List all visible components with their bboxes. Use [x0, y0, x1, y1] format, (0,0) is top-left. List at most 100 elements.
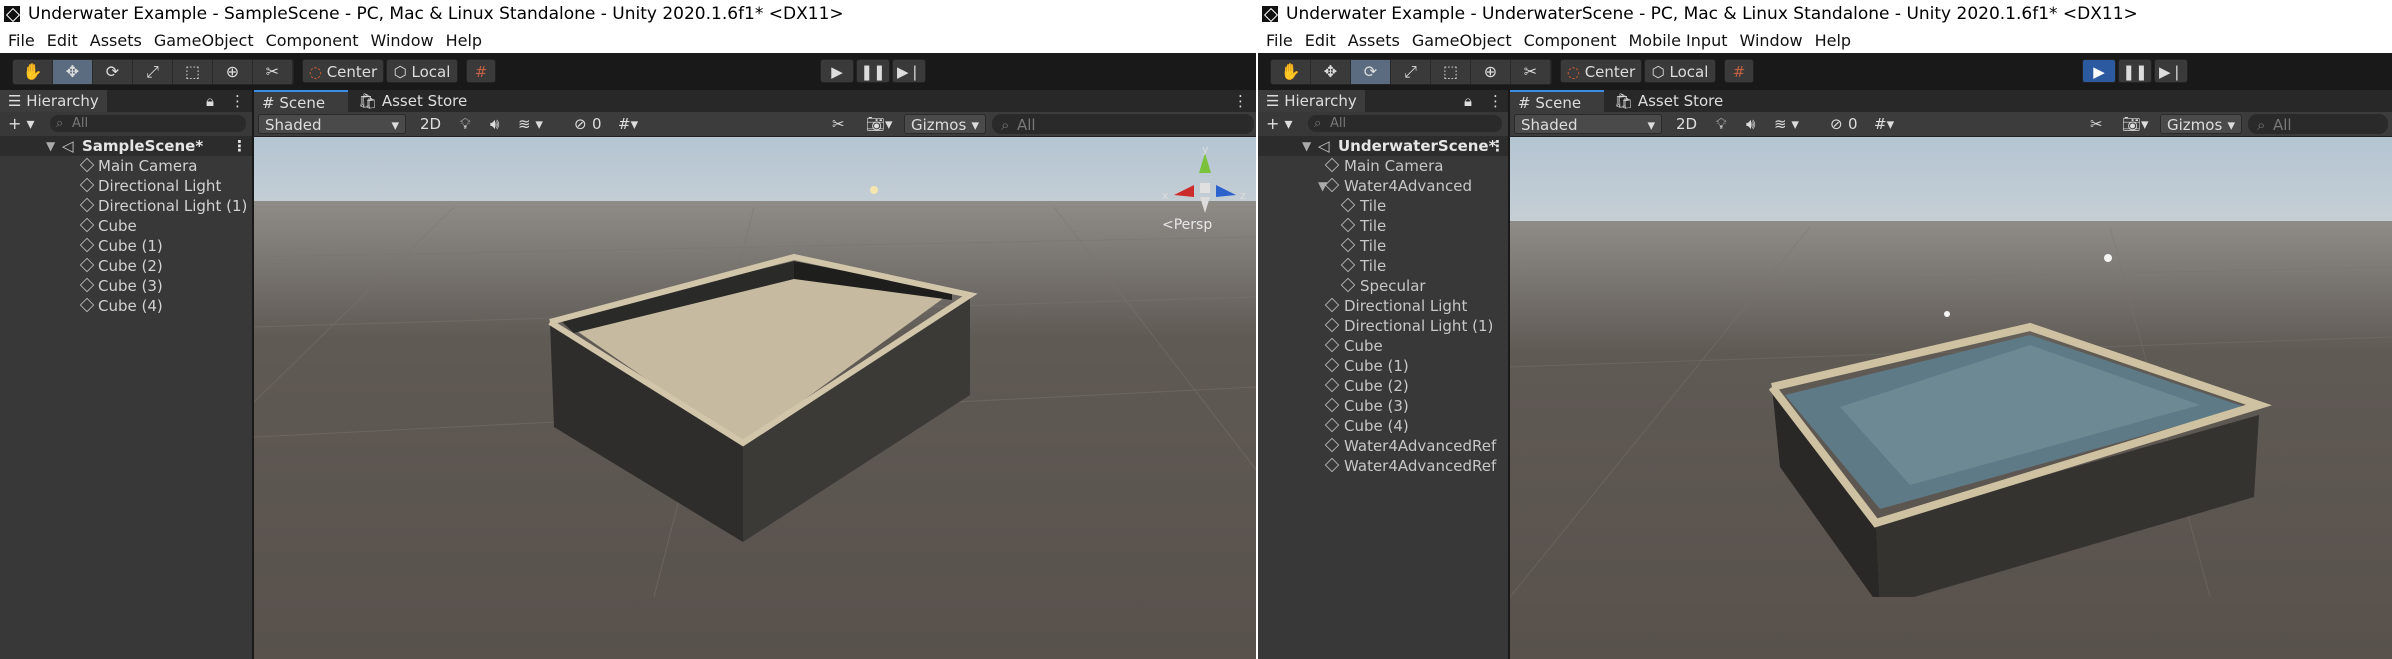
list-item[interactable]: Cube (4) [0, 296, 252, 316]
menu-edit[interactable]: Edit [47, 31, 78, 50]
audio-icon[interactable]: 🔊︎ [490, 112, 499, 136]
pivot-center-button[interactable]: ◌ Center [1560, 59, 1642, 83]
tab-scene[interactable]: # Scene [254, 90, 348, 112]
hierarchy-tab[interactable]: ☰ Hierarchy [1258, 90, 1365, 112]
move-tool-icon[interactable]: ✥ [53, 60, 93, 84]
lighting-icon[interactable]: 💡︎ [460, 112, 471, 136]
pause-button[interactable]: ❚❚ [856, 59, 890, 83]
list-item[interactable]: Cube (4) [1258, 416, 1508, 436]
list-item[interactable]: Specular [1258, 276, 1508, 296]
pause-button[interactable]: ❚❚ [2118, 59, 2152, 83]
add-button[interactable]: + ▾ [1266, 114, 1293, 133]
list-item[interactable]: Water4AdvancedRef [1258, 456, 1508, 476]
step-button[interactable]: ▶❘ [892, 59, 926, 83]
add-button[interactable]: + ▾ [8, 114, 35, 133]
list-item[interactable]: Directional Light [1258, 296, 1508, 316]
list-item[interactable]: Tile [1258, 216, 1508, 236]
menu-help[interactable]: Help [1815, 31, 1851, 50]
scene-search-input[interactable]: ⌕ All [2248, 114, 2388, 134]
list-item[interactable]: Cube (3) [0, 276, 252, 296]
menu-file[interactable]: File [1266, 31, 1293, 50]
fx-icon[interactable]: ≋ ▾ [1774, 112, 1799, 136]
tools-icon[interactable]: ✂ [2090, 112, 2103, 136]
list-item[interactable]: Water4AdvancedRef [1258, 436, 1508, 456]
rotate-tool-icon[interactable]: ⟳ [1351, 60, 1391, 84]
scene-row[interactable]: ▼ ◁ SampleScene* ⋮ [0, 136, 252, 156]
menu-assets[interactable]: Assets [90, 31, 142, 50]
list-item[interactable]: ▼ Water4Advanced [1258, 176, 1508, 196]
scale-tool-icon[interactable]: ⤢ [1391, 60, 1431, 84]
step-button[interactable]: ▶❘ [2154, 59, 2188, 83]
list-item[interactable]: Cube [1258, 336, 1508, 356]
grid-snap-icon[interactable]: #▾ [618, 112, 638, 136]
transform-tool-icon[interactable]: ⊕ [213, 60, 253, 84]
gizmos-dropdown[interactable]: Gizmos ▾ [904, 114, 986, 134]
list-item[interactable]: Cube (1) [1258, 356, 1508, 376]
shading-dropdown[interactable]: Shaded ▾ [258, 114, 406, 134]
menu-edit[interactable]: Edit [1305, 31, 1336, 50]
custom-tool-icon[interactable]: ✂ [1511, 60, 1551, 84]
menu-window[interactable]: Window [370, 31, 433, 50]
scene-more-icon[interactable]: ⋮ [232, 136, 247, 156]
camera-icon[interactable]: 📷︎▾ [866, 112, 893, 136]
camera-icon[interactable]: 📷︎▾ [2122, 112, 2149, 136]
shading-dropdown[interactable]: Shaded ▾ [1514, 114, 1662, 134]
list-item[interactable]: Cube (2) [0, 256, 252, 276]
lighting-icon[interactable]: 💡︎ [1716, 112, 1727, 136]
scene-search-input[interactable]: ⌕ All [992, 114, 1254, 134]
menu-component[interactable]: Component [266, 31, 359, 50]
list-item[interactable]: Tile [1258, 196, 1508, 216]
list-item[interactable]: Main Camera [1258, 156, 1508, 176]
toggle-2d-button[interactable]: 2D [420, 112, 441, 136]
lock-icon[interactable]: 🔒︎ [1464, 90, 1472, 112]
hidden-objects-icon[interactable]: ⊘ [1830, 112, 1843, 136]
audio-icon[interactable]: 🔊︎ [1746, 112, 1755, 136]
scene-row[interactable]: ▼ ◁ UnderwaterScene* ⋮ [1258, 136, 1508, 156]
gizmos-dropdown[interactable]: Gizmos ▾ [2160, 114, 2242, 134]
scene-more-menu-icon[interactable]: ⋮ [1233, 90, 1248, 112]
play-button[interactable]: ▶ [820, 59, 854, 83]
expand-arrow-icon[interactable]: ▼ [46, 136, 55, 156]
hierarchy-search-input[interactable]: ⌕ All [50, 115, 246, 132]
snap-button[interactable]: # [1724, 59, 1754, 83]
tab-scene[interactable]: # Scene [1510, 90, 1604, 112]
list-item[interactable]: Directional Light (1) [0, 196, 252, 216]
menu-gameobject[interactable]: GameObject [154, 31, 254, 50]
menu-gameobject[interactable]: GameObject [1412, 31, 1512, 50]
play-button[interactable]: ▶ [2082, 59, 2116, 83]
hand-tool-icon[interactable]: ✋ [13, 60, 53, 84]
menu-component[interactable]: Component [1524, 31, 1617, 50]
menu-window[interactable]: Window [1739, 31, 1802, 50]
list-item[interactable]: Cube [0, 216, 252, 236]
lock-icon[interactable]: 🔒︎ [206, 90, 214, 112]
more-menu-icon[interactable]: ⋮ [1488, 90, 1503, 112]
tab-asset-store[interactable]: 🛍︎ Asset Store [358, 90, 467, 112]
scale-tool-icon[interactable]: ⤢ [133, 60, 173, 84]
pivot-local-button[interactable]: ⬡ Local [1644, 59, 1716, 83]
transform-tool-icon[interactable]: ⊕ [1471, 60, 1511, 84]
tools-icon[interactable]: ✂ [832, 112, 845, 136]
toggle-2d-button[interactable]: 2D [1676, 112, 1697, 136]
menu-file[interactable]: File [8, 31, 35, 50]
hierarchy-search-input[interactable]: ⌕ All [1308, 115, 1502, 132]
list-item[interactable]: Directional Light [0, 176, 252, 196]
projection-toggle[interactable]: <Persp [1162, 217, 1212, 233]
list-item[interactable]: Cube (2) [1258, 376, 1508, 396]
orientation-gizmo[interactable]: y x z [1160, 147, 1250, 227]
expand-arrow-icon[interactable]: ▼ [1302, 136, 1311, 156]
rect-tool-icon[interactable]: ⬚ [1431, 60, 1471, 84]
list-item[interactable]: Cube (3) [1258, 396, 1508, 416]
custom-tool-icon[interactable]: ✂ [253, 60, 293, 84]
list-item[interactable]: Tile [1258, 236, 1508, 256]
menu-assets[interactable]: Assets [1348, 31, 1400, 50]
pivot-local-button[interactable]: ⬡ Local [386, 59, 458, 83]
hidden-objects-icon[interactable]: ⊘ [574, 112, 587, 136]
list-item[interactable]: Directional Light (1) [1258, 316, 1508, 336]
scene-viewport[interactable] [1510, 137, 2392, 659]
menu-mobile-input[interactable]: Mobile Input [1628, 31, 1727, 50]
list-item[interactable]: Main Camera [0, 156, 252, 176]
tab-asset-store[interactable]: 🛍︎ Asset Store [1614, 90, 1723, 112]
list-item[interactable]: Cube (1) [0, 236, 252, 256]
pivot-center-button[interactable]: ◌ Center [302, 59, 384, 83]
more-menu-icon[interactable]: ⋮ [230, 90, 245, 112]
